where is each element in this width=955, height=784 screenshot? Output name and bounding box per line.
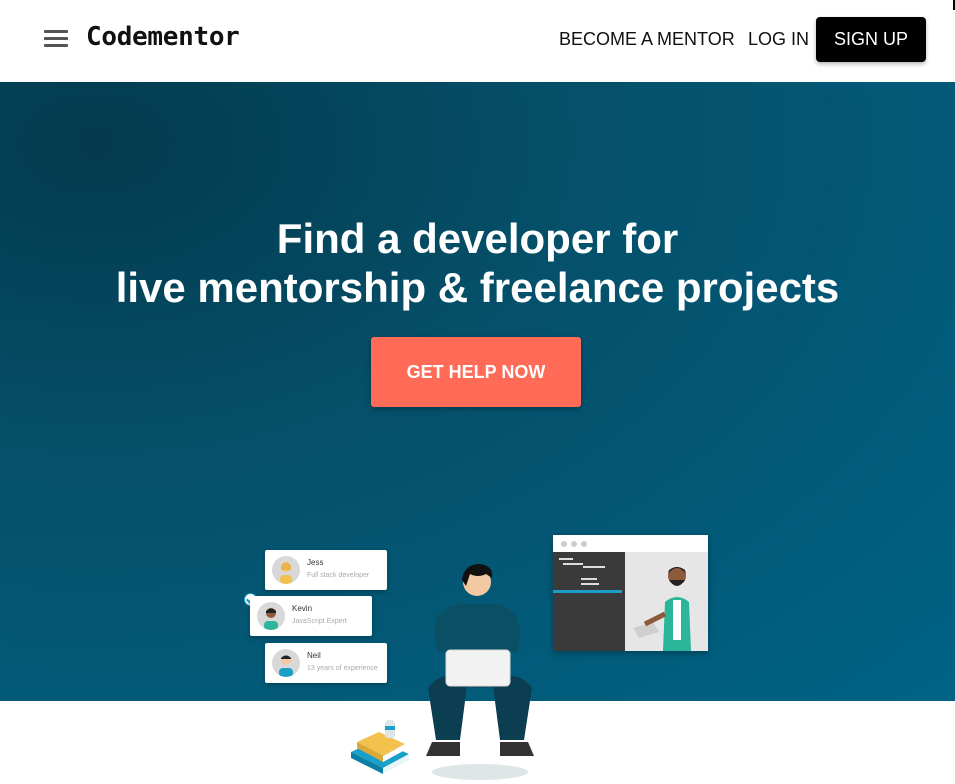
- mentor-name: Kevin: [292, 604, 313, 613]
- avatar: [272, 649, 300, 677]
- mentor-name: Neil: [307, 651, 321, 660]
- avatar: [272, 556, 300, 584]
- books-illustration: [351, 720, 409, 774]
- top-navigation-bar: Codementor BECOME A MENTOR LOG IN SIGN U…: [0, 0, 955, 82]
- developer-illustration: [426, 564, 534, 780]
- mentor-name: Jess: [307, 558, 324, 567]
- logo[interactable]: Codementor: [86, 22, 240, 52]
- mentor-subtitle: Full stack developer: [307, 572, 370, 579]
- avatar: [257, 602, 285, 630]
- code-window-illustration: [553, 535, 708, 651]
- get-help-now-button[interactable]: GET HELP NOW: [371, 337, 581, 407]
- mentor-subtitle: 13 years of experience: [307, 665, 378, 672]
- mentor-card: Neil 13 years of experience: [265, 643, 387, 683]
- hamburger-menu-icon[interactable]: [44, 30, 68, 48]
- signup-button[interactable]: SIGN UP: [816, 17, 926, 62]
- mentor-subtitle: JavaScript Expert: [292, 618, 347, 625]
- headline-line-1: Find a developer for: [276, 215, 679, 262]
- mentor-card: Kevin JavaScript Expert: [250, 596, 372, 636]
- login-link[interactable]: LOG IN: [748, 29, 809, 50]
- become-mentor-link[interactable]: BECOME A MENTOR: [559, 29, 735, 50]
- mentor-illustration: [625, 552, 708, 651]
- mentor-card: Jess Full stack developer: [265, 550, 387, 590]
- headline-line-2: live mentorship & freelance projects: [115, 264, 840, 311]
- hero-headline: Find a developer for live mentorship & f…: [0, 214, 955, 312]
